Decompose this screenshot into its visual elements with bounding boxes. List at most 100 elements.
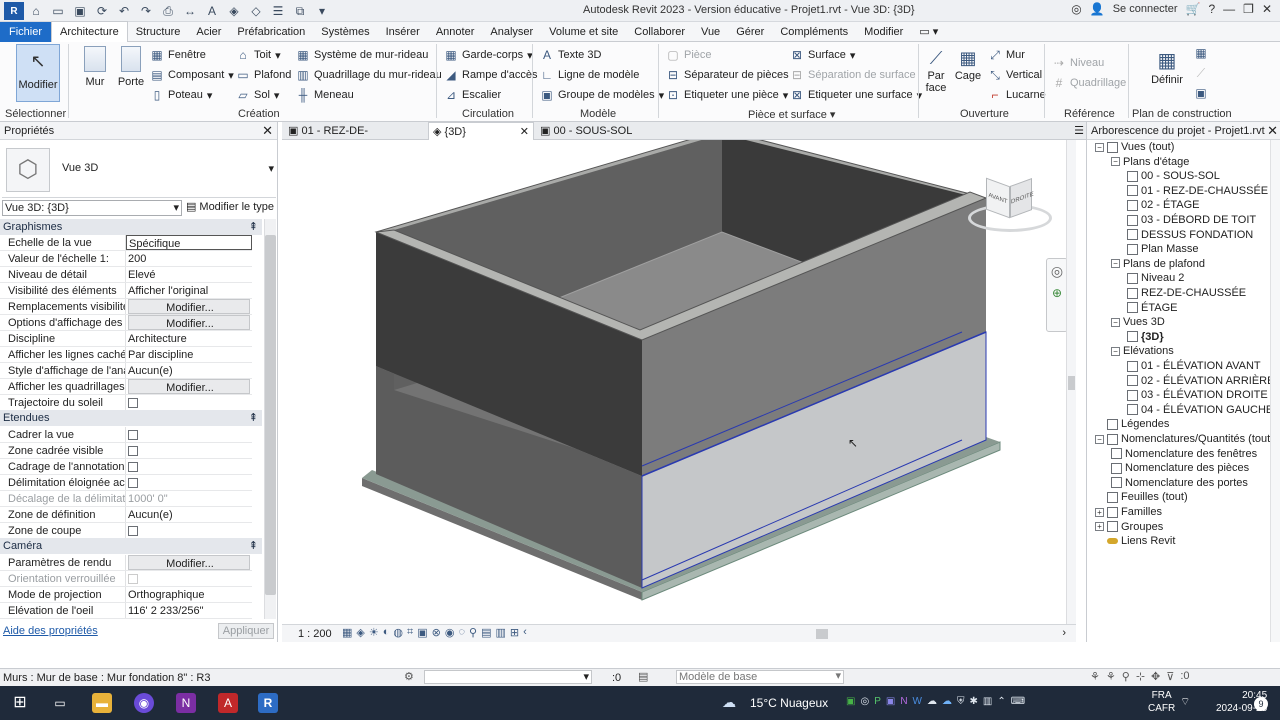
tree-node-groups[interactable]: + Groupes [1095,521,1163,533]
constraints-icon[interactable]: ⊞ [510,626,519,639]
section-icon[interactable]: ◇ [246,2,266,20]
property-value[interactable]: 200 [126,251,252,266]
mullion-button[interactable]: ╫ Meneau [296,88,354,102]
tab-systemes[interactable]: Systèmes [313,22,377,42]
close-hidden-icon[interactable]: ⧉ [290,2,310,20]
close-browser-icon[interactable]: ✕ [1267,122,1278,140]
roof-button[interactable]: ⌂ Toit ▾ [236,48,280,62]
analytical-icon[interactable]: ▥ [495,626,505,639]
section-etendues[interactable]: Etendues ⇞ [0,410,262,426]
collapse-icon[interactable]: − [1111,259,1120,269]
task-view-icon[interactable]: ▭ [50,693,70,713]
hide-isolate-icon[interactable]: ◉ [445,626,455,639]
canvas-scrollbar-horizontal[interactable] [816,629,828,639]
keyboard-icon[interactable]: ⌨ [1011,696,1025,707]
close-properties-icon[interactable]: ✕ [262,122,273,140]
view-tab-menu-icon[interactable]: ☰ [1074,124,1084,137]
select-underlay-icon[interactable]: ⚘ [1106,670,1116,683]
expand-icon[interactable]: + [1095,522,1104,532]
property-edit-button[interactable]: Modifier... [128,299,250,314]
crop-region-icon[interactable]: ▣ [417,626,427,639]
property-checkbox-cell[interactable] [126,427,252,442]
help-icon[interactable]: ? [1208,2,1215,16]
weather-text[interactable]: 15°C Nuageux [750,696,828,710]
scroll-right-icon[interactable]: › [1062,627,1066,639]
redo-icon[interactable]: ↷ [136,2,156,20]
chrome-icon[interactable]: ◎ [860,696,869,707]
wifi-icon[interactable]: ⌔ [1180,695,1190,709]
property-value[interactable]: Architecture [126,331,252,346]
type-selector[interactable]: ⬡ Vue 3D ▾ [2,142,276,198]
component-button[interactable]: ▤ Composant ▾ [150,68,233,82]
wall-button[interactable]: Mur [80,46,110,88]
tree-node-elevations[interactable]: − Elévations [1111,345,1174,357]
tree-item-floor-plan[interactable]: 01 - REZ-DE-CHAUSSÉE [1127,185,1268,197]
zoom-icon[interactable]: ⊕ [1047,286,1067,300]
text-icon[interactable]: A [202,2,222,20]
tab-volume-site[interactable]: Volume et site [541,22,626,42]
property-checkbox[interactable] [128,574,138,584]
properties-scrollbar[interactable] [264,219,276,619]
tray-app-icon[interactable]: ▣ [846,696,855,707]
tree-node-floor-plans[interactable]: − Plans d'étage [1111,156,1189,168]
tag-area-button[interactable]: ⊠ Etiqueter une surface ▾ [790,88,922,102]
select-by-face-icon[interactable]: ⊹ [1136,670,1145,683]
tab-architecture[interactable]: Architecture [51,21,128,42]
expand-icon[interactable]: + [1095,507,1104,517]
tab-acier[interactable]: Acier [188,22,229,42]
tree-item-floor-plan[interactable]: 02 - ÉTAGE [1127,199,1199,211]
tree-item-elevation[interactable]: 04 - ÉLÉVATION GAUCHE [1127,404,1273,416]
show-workplane-button[interactable]: ▦ [1194,46,1208,60]
ceiling-button[interactable]: ▭ Plafond [236,68,291,82]
property-value[interactable]: Aucun(e) [126,507,252,522]
lock-view-icon[interactable]: ⊗ [432,626,441,639]
onedrive-icon[interactable]: ☁ [942,696,952,707]
user-icon[interactable]: 👤 [1090,2,1105,16]
tree-item-schedule[interactable]: Nomenclature des pièces [1111,462,1249,474]
select-links-icon[interactable]: ⚘ [1090,670,1100,683]
ribbon-options-icon[interactable]: ▭ ▾ [911,22,946,42]
tree-node-families[interactable]: + Familles [1095,506,1162,518]
curtain-system-button[interactable]: ▦ Système de mur-rideau [296,48,428,62]
network-icon[interactable]: ▥ [983,696,992,707]
filter-icon[interactable]: ⊽ [1166,670,1174,683]
restore-icon[interactable]: ❐ [1243,2,1254,16]
collapse-icon[interactable]: − [1095,434,1104,444]
onenote-icon[interactable]: N [176,693,196,713]
measure-icon[interactable]: ↔ [180,2,200,20]
tree-node-views[interactable]: − Vues (tout) [1095,141,1174,153]
tab-rez-de-chaussee[interactable]: ▣ 01 - REZ-DE-CHAUSSÉE [284,122,426,155]
property-checkbox[interactable] [128,446,138,456]
save-icon[interactable]: ▣ [70,2,90,20]
close-tab-icon[interactable]: ✕ [520,123,529,141]
column-button[interactable]: ▯ Poteau ▾ [150,88,213,102]
viewer-button[interactable]: ▣ [1194,86,1208,100]
tree-item-ceiling-plan[interactable]: Niveau 2 [1127,272,1184,284]
file-explorer-icon[interactable]: ▬ [92,693,112,713]
viewcube[interactable]: AVANT DROITE [968,176,1056,240]
acrobat-icon[interactable]: A [218,693,238,713]
switch-windows-icon[interactable]: ▾ [312,2,332,20]
phone-link-icon[interactable]: P [874,696,881,707]
tab-fichier[interactable]: Fichier [0,21,52,42]
temp-props-icon[interactable]: ⚲ [469,626,477,639]
wall-opening-button[interactable]: ⤢ Mur [988,48,1025,62]
model-line-button[interactable]: ∟ Ligne de modèle [540,68,639,82]
windows-start-icon[interactable]: ⊞ [10,693,30,713]
binoculars-icon[interactable]: ◎ [1071,2,1081,16]
property-value[interactable]: Elevé [126,267,252,282]
tree-item-floor-plan[interactable]: 00 - SOUS-SOL [1127,170,1220,182]
tray-chevron-icon[interactable]: ⌃ [997,696,1005,707]
property-checkbox[interactable] [128,430,138,440]
properties-help-link[interactable]: Aide des propriétés [3,625,98,637]
cart-icon[interactable]: 🛒 [1186,2,1201,16]
sign-in-link[interactable]: Se connecter [1113,3,1178,15]
instance-selector[interactable]: Vue 3D: {3D} ▾ [2,200,182,216]
bluetooth-icon[interactable]: ✱ [970,696,978,707]
property-edit-button[interactable]: Modifier... [128,555,250,570]
weather-icon[interactable]: ☁ [722,694,736,711]
edge-browser-icon[interactable]: ◉ [134,693,154,713]
room-area-group-label[interactable]: Pièce et surface ▾ [748,108,835,121]
home-icon[interactable]: ⌂ [26,2,46,20]
property-value[interactable]: Spécifique [126,235,252,250]
